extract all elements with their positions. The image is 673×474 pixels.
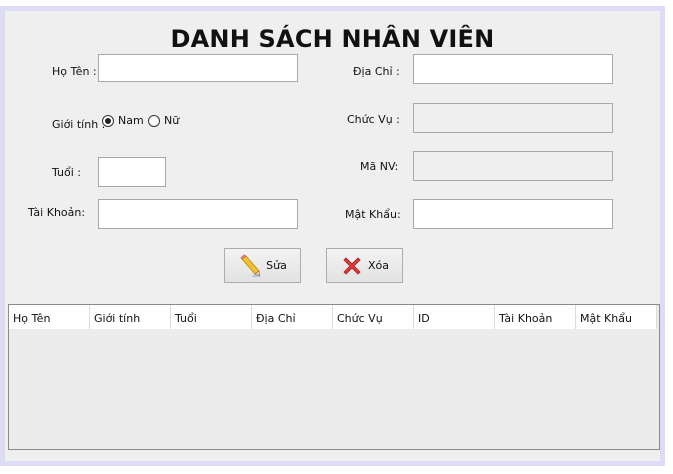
- radio-circle-selected[interactable]: [102, 114, 114, 127]
- ho-ten-label: Họ Tên :: [52, 65, 97, 78]
- tai-khoan-label: Tài Khoản:: [28, 206, 86, 219]
- dia-chi-label: Địa Chỉ :: [353, 65, 400, 78]
- column-header-dia-chi[interactable]: Địa Chỉ: [252, 305, 333, 329]
- column-header-id[interactable]: ID: [414, 305, 495, 329]
- red-x-icon: [343, 256, 361, 275]
- employee-table[interactable]: Họ Tên Giới tính Tuổi Địa Chỉ Chức Vụ ID…: [8, 304, 660, 450]
- ma-nv-label: Mã NV:: [360, 160, 399, 173]
- page-title: DANH SÁCH NHÂN VIÊN: [170, 25, 495, 53]
- column-header-chuc-vu[interactable]: Chức Vụ: [333, 305, 414, 329]
- mat-khau-input[interactable]: [413, 199, 613, 229]
- column-header-ho-ten[interactable]: Họ Tên: [9, 305, 90, 329]
- column-header-tuoi[interactable]: Tuổi: [171, 305, 252, 329]
- column-header-mat-khau[interactable]: Mật Khẩu: [576, 305, 657, 329]
- chuc-vu-label: Chức Vụ :: [347, 113, 400, 126]
- tai-khoan-input[interactable]: [98, 199, 298, 229]
- column-header-gioi-tinh[interactable]: Giới tính: [90, 305, 171, 329]
- gender-radio-nu[interactable]: Nữ: [148, 114, 179, 127]
- table-header: Họ Tên Giới tính Tuổi Địa Chỉ Chức Vụ ID…: [9, 305, 657, 329]
- ho-ten-input[interactable]: [98, 54, 298, 82]
- tuoi-label: Tuổi :: [52, 166, 82, 179]
- radio-circle[interactable]: [148, 114, 160, 127]
- edit-button[interactable]: Sửa: [224, 248, 301, 283]
- gender-radio-nam[interactable]: Nam: [102, 114, 144, 127]
- delete-button[interactable]: Xóa: [326, 248, 403, 283]
- gioi-tinh-label: Giới tính :: [52, 118, 106, 131]
- column-header-tai-khoan[interactable]: Tài Khoản: [495, 305, 576, 329]
- ma-nv-input[interactable]: [413, 151, 613, 181]
- gender-radio-nu-label: Nữ: [164, 114, 180, 127]
- pencil-icon: [240, 253, 261, 277]
- window-frame: DANH SÁCH NHÂN VIÊN Họ Tên : Giới tính :…: [0, 6, 665, 466]
- gender-radio-nam-label: Nam: [118, 114, 144, 127]
- dia-chi-input[interactable]: [413, 54, 613, 84]
- delete-button-label: Xóa: [367, 259, 389, 272]
- mat-khau-label: Mật Khẩu:: [345, 208, 401, 221]
- tuoi-input[interactable]: [98, 157, 166, 187]
- chuc-vu-input[interactable]: [413, 103, 613, 133]
- edit-button-label: Sửa: [266, 259, 287, 272]
